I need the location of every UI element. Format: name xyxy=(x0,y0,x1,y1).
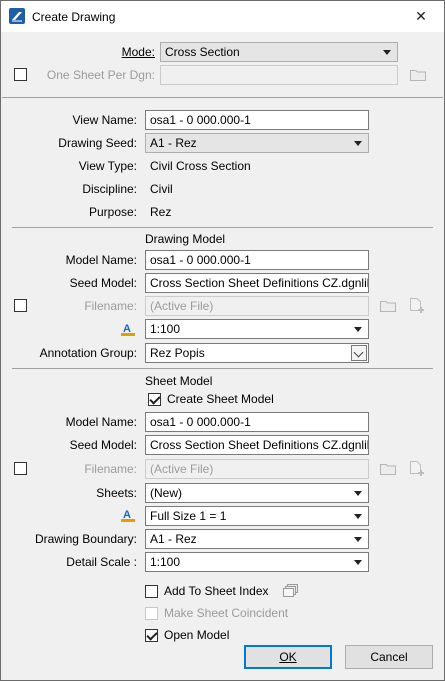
purpose-label: Purpose: xyxy=(88,205,137,219)
dm-scale-value: 1:100 xyxy=(150,322,181,336)
dm-model-name-label: Model Name: xyxy=(65,253,137,267)
mode-dropdown-value: Cross Section xyxy=(165,45,240,59)
sm-model-name-label: Model Name: xyxy=(65,415,137,429)
view-type-value: Civil Cross Section xyxy=(150,159,251,173)
sheets-label: Sheets: xyxy=(96,486,137,500)
chevron-down-icon xyxy=(354,141,362,146)
folder-icon xyxy=(410,70,426,81)
drawing-seed-value: A1 - Rez xyxy=(150,136,197,150)
cancel-button[interactable]: Cancel xyxy=(345,645,433,669)
open-model-label: Open Model xyxy=(164,628,230,642)
sm-filename-field: (Active File) xyxy=(145,459,369,479)
sheet-model-title: Sheet Model xyxy=(145,374,213,388)
drawing-boundary-label: Drawing Boundary: xyxy=(34,532,137,546)
chevron-down-icon[interactable] xyxy=(351,345,367,361)
title-bar: Create Drawing ✕ xyxy=(1,1,444,32)
dm-seed-model-input[interactable]: Cross Section Sheet Definitions CZ.dgnli… xyxy=(145,273,369,293)
chevron-down-icon xyxy=(383,50,391,55)
dm-filename-field: (Active File) xyxy=(145,296,369,316)
mode-label: Mode: xyxy=(121,45,155,59)
chevron-down-icon xyxy=(354,537,362,542)
drawing-seed-dropdown[interactable]: A1 - Rez xyxy=(145,133,369,153)
discipline-value: Civil xyxy=(150,182,173,196)
add-to-sheet-index-label: Add To Sheet Index xyxy=(164,584,269,598)
sm-seed-model-input[interactable]: Cross Section Sheet Definitions CZ.dgnli… xyxy=(145,435,369,455)
add-to-sheet-index-checkbox[interactable] xyxy=(145,585,158,598)
divider xyxy=(12,227,433,228)
folder-icon xyxy=(380,301,396,312)
add-file-icon xyxy=(410,298,424,313)
annotation-scale-icon: A xyxy=(121,323,135,336)
annotation-group-combo[interactable]: Rez Popis xyxy=(145,343,369,363)
create-sheet-model-checkbox[interactable] xyxy=(148,393,161,406)
dm-scale-dropdown[interactable]: 1:100 xyxy=(145,319,369,339)
view-name-input[interactable]: osa1 - 0 000.000-1 xyxy=(145,110,369,130)
drawing-model-title: Drawing Model xyxy=(145,232,226,246)
detail-scale-value: 1:100 xyxy=(150,555,181,569)
sheets-value: (New) xyxy=(150,486,182,500)
one-sheet-per-dgn-label: One Sheet Per Dgn: xyxy=(46,68,155,82)
view-type-label: View Type: xyxy=(78,159,137,173)
discipline-label: Discipline: xyxy=(82,182,137,196)
divider xyxy=(12,368,433,369)
window-title: Create Drawing xyxy=(32,10,116,24)
sm-filename-checkbox[interactable] xyxy=(14,462,27,475)
dm-model-name-input[interactable]: osa1 - 0 000.000-1 xyxy=(145,250,369,270)
divider xyxy=(2,97,443,98)
dm-filename-checkbox[interactable] xyxy=(14,299,27,312)
sm-annotation-scale-dropdown[interactable]: Full Size 1 = 1 xyxy=(145,506,369,526)
detail-scale-dropdown[interactable]: 1:100 xyxy=(145,552,369,572)
drawing-boundary-value: A1 - Rez xyxy=(150,532,197,546)
ok-button-label: OK xyxy=(279,650,297,664)
annotation-group-label: Annotation Group: xyxy=(39,346,137,360)
purpose-value: Rez xyxy=(150,205,172,219)
chevron-down-icon xyxy=(354,560,362,565)
dm-seed-model-label: Seed Model: xyxy=(69,276,137,290)
dm-filename-label: Filename: xyxy=(84,299,137,313)
make-sheet-coincident-label: Make Sheet Coincident xyxy=(164,606,289,620)
close-icon[interactable]: ✕ xyxy=(398,1,444,32)
sm-annotation-scale-value: Full Size 1 = 1 xyxy=(150,509,227,523)
annotation-scale-icon: A xyxy=(121,509,135,522)
view-name-label: View Name: xyxy=(72,113,137,127)
chevron-down-icon xyxy=(354,327,362,332)
sheets-dropdown[interactable]: (New) xyxy=(145,483,369,503)
ok-button[interactable]: OK xyxy=(244,645,332,669)
chevron-down-icon xyxy=(354,491,362,496)
drawing-boundary-dropdown[interactable]: A1 - Rez xyxy=(145,529,369,549)
sm-filename-label: Filename: xyxy=(84,462,137,476)
add-file-icon xyxy=(410,461,424,476)
sm-seed-model-label: Seed Model: xyxy=(69,438,137,452)
one-sheet-per-dgn-checkbox[interactable] xyxy=(14,68,27,81)
create-sheet-model-label: Create Sheet Model xyxy=(167,392,274,406)
annotation-group-value: Rez Popis xyxy=(150,346,205,360)
app-logo-icon xyxy=(9,8,25,24)
mode-dropdown[interactable]: Cross Section xyxy=(160,42,398,62)
create-drawing-dialog: Create Drawing ✕ Mode: Cross Section One… xyxy=(0,0,445,681)
chevron-down-icon xyxy=(354,514,362,519)
detail-scale-label: Detail Scale : xyxy=(66,555,137,569)
make-sheet-coincident-checkbox xyxy=(145,607,158,620)
sm-model-name-input[interactable]: osa1 - 0 000.000-1 xyxy=(145,412,369,432)
drawing-seed-label: Drawing Seed: xyxy=(58,136,137,150)
sheet-index-icon[interactable] xyxy=(283,584,299,598)
open-model-checkbox[interactable] xyxy=(145,629,158,642)
one-sheet-path-field xyxy=(160,65,398,85)
folder-icon xyxy=(380,464,396,475)
